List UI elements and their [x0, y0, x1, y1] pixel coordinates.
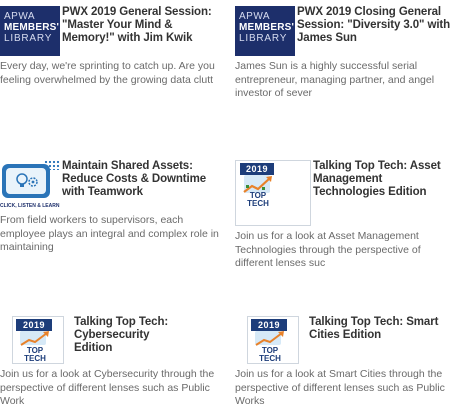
thumbnail-caption: CLICK, LISTEN & LEARN [0, 203, 60, 209]
card-description: Join us for a look at Asset Management T… [235, 230, 421, 269]
card-description: James Sun is a highly successful serial … [235, 60, 435, 99]
card-title[interactable]: Maintain Shared Assets: Reduce Costs & D… [62, 160, 212, 199]
library-card[interactable]: APWA MEMBERS' LIBRARY PWX 2019 Closing G… [235, 6, 460, 101]
card-thumbnail[interactable]: CLICK, LISTEN & LEARN [0, 160, 60, 210]
card-thumbnail[interactable]: 2019 TOP TECH [12, 316, 64, 364]
library-card[interactable]: CLICK, LISTEN & LEARN Maintain Shared As… [0, 160, 225, 255]
card-thumbnail[interactable]: 2019 TOP TECH [235, 160, 311, 226]
library-card[interactable]: APWA MEMBERS' LIBRARY PWX 2019 General S… [0, 6, 225, 87]
library-card[interactable]: 2019 TOP TECH Talking Top Tech: Asset Man… [235, 160, 460, 271]
library-card[interactable]: 2019 TOP TECH Talking Top Tech: Cybersecu… [0, 316, 237, 409]
card-description: Every day, we're sprinting to catch up. … [0, 60, 215, 86]
card-title[interactable]: Talking Top Tech: Cybersecurity Edition [74, 316, 184, 355]
card-thumbnail[interactable]: APWA MEMBERS' LIBRARY [235, 6, 295, 56]
lightbulb-gear-icon [16, 173, 38, 187]
card-title[interactable]: PWX 2019 General Session: "Master Your M… [62, 6, 212, 45]
card-description: From field workers to supervisors, each … [0, 214, 219, 253]
card-description: Join us for a look at Cybersecurity thro… [0, 368, 215, 407]
card-title[interactable]: Talking Top Tech: Smart Cities Edition [309, 316, 449, 342]
card-description: Join us for a look at Smart Cities throu… [235, 368, 445, 407]
library-card[interactable]: 2019 TOP TECH Talking Top Tech: Smart Cit… [235, 316, 463, 409]
card-title[interactable]: Talking Top Tech: Asset Management Techn… [313, 160, 453, 199]
card-thumbnail[interactable]: 2019 TOP TECH [247, 316, 299, 364]
card-title[interactable]: PWX 2019 Closing General Session: "Diver… [297, 6, 455, 45]
card-thumbnail[interactable]: APWA MEMBERS' LIBRARY [0, 6, 60, 56]
